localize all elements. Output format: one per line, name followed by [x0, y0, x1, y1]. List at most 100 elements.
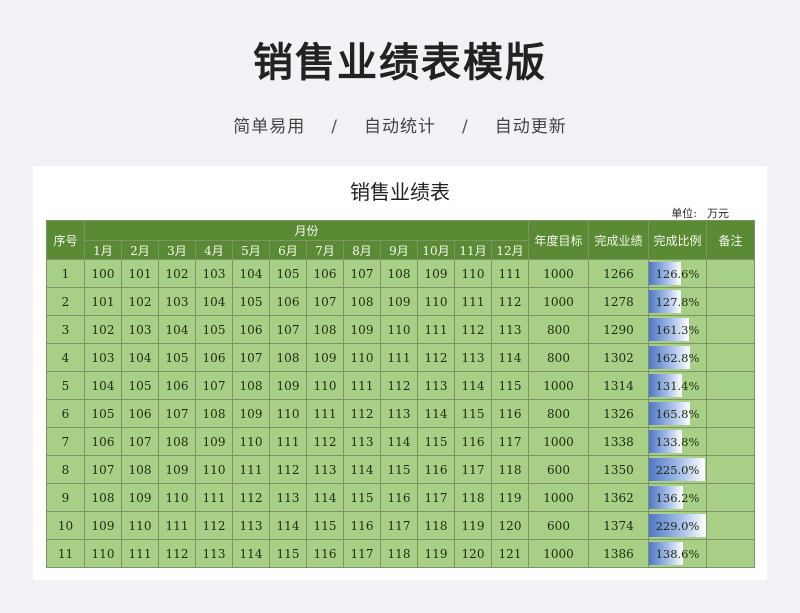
- cell-target: 1000: [528, 427, 589, 456]
- cell-ratio: 131.4%: [648, 371, 707, 400]
- cell-month: 113: [491, 315, 529, 344]
- cell-ratio: 138.6%: [648, 539, 707, 568]
- cell-month: 105: [195, 315, 233, 344]
- cell-note: [706, 259, 755, 288]
- cell-month: 113: [380, 399, 418, 428]
- cell-month: 105: [232, 287, 270, 316]
- cell-month: 115: [417, 427, 455, 456]
- cell-month: 113: [454, 343, 492, 372]
- cell-achieved: 1326: [588, 399, 649, 428]
- cell-month: 103: [158, 287, 196, 316]
- header-month: 12月: [491, 240, 529, 260]
- table-row: 6 105 106 107 108 109 110 111 112 113 114 115 116 800…: [46, 399, 755, 428]
- cell-month: 105: [121, 371, 159, 400]
- cell-note: [706, 315, 755, 344]
- cell-month: 112: [417, 343, 455, 372]
- header-note: 备注: [706, 220, 755, 260]
- cell-achieved: 1386: [588, 539, 649, 568]
- cell-month: 109: [121, 483, 159, 512]
- cell-month: 117: [343, 539, 381, 568]
- header-month: 9月: [380, 240, 418, 260]
- cell-month: 112: [491, 287, 529, 316]
- cell-achieved: 1314: [588, 371, 649, 400]
- cell-month: 115: [491, 371, 529, 400]
- cell-ratio: 161.3%: [648, 315, 707, 344]
- tagline-separator: /: [331, 117, 338, 137]
- cell-month: 114: [417, 399, 455, 428]
- cell-month: 115: [380, 455, 418, 484]
- header-target: 年度目标: [528, 220, 589, 260]
- cell-month: 105: [158, 343, 196, 372]
- cell-month: 116: [454, 427, 492, 456]
- cell-index: 11: [46, 539, 85, 568]
- cell-month: 107: [121, 427, 159, 456]
- cell-month: 113: [417, 371, 455, 400]
- table-row: 9 108 109 110 111 112 113 114 115 116 117 118 119 100…: [46, 483, 755, 512]
- header-month: 5月: [232, 240, 270, 260]
- ratio-text: 161.3%: [655, 322, 700, 337]
- cell-achieved: 1362: [588, 483, 649, 512]
- cell-month: 119: [491, 483, 529, 512]
- cell-month: 109: [84, 511, 122, 540]
- cell-month: 111: [158, 511, 196, 540]
- cell-month: 108: [121, 455, 159, 484]
- cell-month: 110: [121, 511, 159, 540]
- cell-month: 107: [158, 399, 196, 428]
- cell-month: 114: [343, 455, 381, 484]
- cell-month: 108: [158, 427, 196, 456]
- cell-month: 108: [84, 483, 122, 512]
- cell-month: 104: [232, 259, 270, 288]
- cell-month: 114: [454, 371, 492, 400]
- cell-month: 107: [269, 315, 307, 344]
- cell-achieved: 1278: [588, 287, 649, 316]
- cell-month: 111: [306, 399, 344, 428]
- cell-month: 100: [84, 259, 122, 288]
- cell-ratio: 136.2%: [648, 483, 707, 512]
- unit-caption: 单位:: [671, 207, 697, 220]
- cell-month: 110: [84, 539, 122, 568]
- spreadsheet-preview: 销售业绩表 单位: 万元 序号 月份 年度目标 完成业绩 完成比例 备注 1月 2月…: [33, 166, 767, 580]
- cell-month: 108: [232, 371, 270, 400]
- cell-month: 101: [121, 259, 159, 288]
- cell-month: 110: [343, 343, 381, 372]
- table-row: 7 106 107 108 109 110 111 112 113 114 115 116 117 100…: [46, 427, 755, 456]
- cell-month: 114: [232, 539, 270, 568]
- cell-index: 9: [46, 483, 85, 512]
- tagline-item-update: 自动更新: [494, 117, 567, 137]
- cell-month: 111: [343, 371, 381, 400]
- table-row: 4 103 104 105 106 107 108 109 110 111 112 113 114 800…: [46, 343, 755, 372]
- cell-month: 117: [491, 427, 529, 456]
- cell-month: 106: [232, 315, 270, 344]
- cell-month: 109: [232, 399, 270, 428]
- header-month: 4月: [195, 240, 233, 260]
- cell-month: 105: [84, 399, 122, 428]
- cell-ratio: 126.6%: [648, 259, 707, 288]
- header-month: 7月: [306, 240, 344, 260]
- cell-note: [706, 539, 755, 568]
- cell-month: 111: [269, 427, 307, 456]
- cell-achieved: 1338: [588, 427, 649, 456]
- cell-month: 109: [306, 343, 344, 372]
- cell-month: 108: [380, 259, 418, 288]
- cell-target: 600: [528, 455, 589, 484]
- cell-month: 115: [306, 511, 344, 540]
- cell-month: 104: [84, 371, 122, 400]
- cell-month: 112: [306, 427, 344, 456]
- cell-month: 106: [84, 427, 122, 456]
- table-row: 11 110 111 112 113 114 115 116 117 118 119 120 121 10…: [46, 539, 755, 568]
- cell-month: 106: [269, 287, 307, 316]
- cell-month: 114: [306, 483, 344, 512]
- cell-month: 107: [84, 455, 122, 484]
- cell-month: 111: [121, 539, 159, 568]
- cell-ratio: 165.8%: [648, 399, 707, 428]
- cell-note: [706, 399, 755, 428]
- cell-target: 1000: [528, 539, 589, 568]
- cell-month: 121: [491, 539, 529, 568]
- cell-month: 103: [84, 343, 122, 372]
- cell-month: 106: [306, 259, 344, 288]
- cell-month: 116: [343, 511, 381, 540]
- cell-index: 10: [46, 511, 85, 540]
- ratio-text: 162.8%: [655, 350, 700, 365]
- cell-month: 111: [232, 455, 270, 484]
- cell-month: 116: [491, 399, 529, 428]
